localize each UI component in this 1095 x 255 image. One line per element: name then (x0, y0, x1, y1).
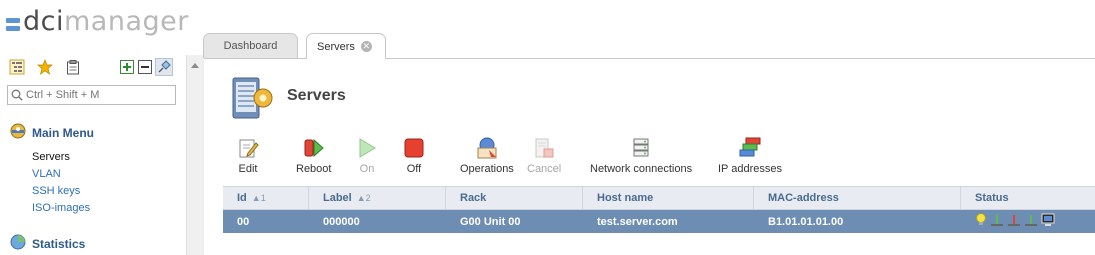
cell-mac-address: B1.01.01.01.00 (768, 215, 844, 228)
network-connections-button[interactable]: Network connections (590, 136, 692, 175)
sidebar-item-vlan[interactable]: VLAN (32, 166, 90, 183)
ip-addresses-icon (738, 136, 762, 160)
logo-text-right: manager (64, 6, 189, 37)
column-header-mac-address[interactable]: MAC-address (754, 187, 961, 209)
column-header-label: Host name (597, 192, 654, 204)
sidebar-item-iso-images[interactable]: ISO-images (32, 200, 90, 217)
column-header-label-col[interactable]: Label ▲2 (309, 187, 446, 209)
menu-search-field[interactable] (7, 85, 176, 105)
cell-host-name: test.server.com (597, 215, 678, 228)
column-header-label: Status (975, 192, 1009, 204)
off-button[interactable]: Off (402, 136, 426, 175)
column-header-label: Rack (460, 192, 487, 204)
ip-addresses-label: IP addresses (718, 163, 783, 175)
tree-view-icon[interactable] (8, 58, 26, 76)
ip-addresses-button[interactable]: IP addresses (718, 136, 782, 175)
cancel-label: Cancel (527, 163, 562, 175)
menu-search-input[interactable] (26, 89, 166, 101)
console-monitor-icon (1041, 213, 1055, 230)
cell-id: 00 (237, 215, 250, 228)
search-icon (8, 86, 26, 104)
close-tab-icon[interactable]: ✕ (360, 41, 372, 52)
on-label: On (359, 163, 375, 175)
sidebar: Main Menu Servers VLAN SSH keys ISO-imag… (0, 55, 186, 255)
main-menu-list: Servers VLAN SSH keys ISO-images (32, 149, 90, 217)
tab-label: Dashboard (223, 40, 278, 52)
reboot-button[interactable]: Reboot (296, 136, 331, 175)
network-link-up-icon (1024, 213, 1038, 230)
main-menu-icon (10, 123, 26, 142)
operations-button[interactable]: Operations (460, 136, 514, 175)
column-header-rack[interactable]: Rack (446, 187, 583, 209)
sidebar-splitter[interactable] (186, 55, 204, 255)
collapse-all-icon[interactable] (136, 58, 154, 76)
power-bulb-icon (975, 213, 987, 230)
servers-page-icon (229, 72, 275, 122)
table-row[interactable]: 00 000000 G00 Unit 00 test.server.com B1… (223, 210, 1095, 233)
collapse-arrow-icon[interactable] (191, 63, 199, 68)
main-menu-header[interactable]: Main Menu (10, 123, 94, 142)
sort-indicator-icon: ▲2 (356, 193, 371, 203)
statistics-icon (10, 234, 26, 253)
column-header-host-name[interactable]: Host name (583, 187, 754, 209)
network-link-down-icon (1007, 213, 1021, 230)
tab-servers[interactable]: Servers ✕ (306, 33, 386, 59)
column-header-label: Label (323, 192, 352, 204)
app-logo: dcimanager (6, 6, 189, 38)
operations-label: Operations (460, 163, 514, 175)
off-label: Off (406, 163, 422, 175)
reboot-label: Reboot (296, 163, 332, 175)
column-header-label: MAC-address (768, 192, 839, 204)
sort-indicator-icon: ▲1 (251, 193, 266, 203)
edit-button[interactable]: Edit (236, 136, 260, 175)
table-header: Id ▲1 Label ▲2 Rack Host name MAC-addres… (223, 186, 1095, 210)
on-button[interactable]: On (355, 136, 379, 175)
clipboard-icon[interactable] (64, 58, 82, 76)
page-title: Servers (287, 87, 346, 104)
logo-text-left: dci (23, 6, 64, 37)
edit-icon (236, 136, 260, 160)
logo-mark-icon (6, 17, 20, 31)
sidebar-item-ssh-keys[interactable]: SSH keys (32, 183, 90, 200)
network-link-up-icon (990, 213, 1004, 230)
statistics-header[interactable]: Statistics (10, 234, 85, 253)
power-off-icon (402, 136, 426, 160)
operations-icon (475, 136, 499, 160)
main-menu-title: Main Menu (32, 125, 94, 140)
tab-dashboard[interactable]: Dashboard (203, 33, 298, 58)
column-header-status[interactable]: Status (961, 187, 1095, 209)
column-header-id[interactable]: Id ▲1 (223, 187, 309, 209)
sidebar-toolbar (8, 58, 178, 80)
network-connections-icon (629, 136, 653, 160)
cancel-icon (532, 136, 556, 160)
favorites-star-icon[interactable] (36, 58, 54, 76)
column-header-label: Id (237, 192, 247, 204)
statistics-title: Statistics (32, 236, 86, 251)
pin-icon[interactable] (155, 58, 173, 76)
cell-label: 000000 (323, 215, 360, 228)
cell-rack: G00 Unit 00 (460, 215, 521, 228)
cancel-button[interactable]: Cancel (527, 136, 561, 175)
expand-all-icon[interactable] (118, 58, 136, 76)
network-connections-label: Network connections (590, 163, 693, 175)
reboot-icon (302, 136, 326, 160)
edit-label: Edit (238, 163, 258, 175)
servers-table: Id ▲1 Label ▲2 Rack Host name MAC-addres… (223, 186, 1095, 233)
sidebar-item-servers[interactable]: Servers (32, 149, 90, 166)
cell-status (961, 210, 1095, 233)
tab-label: Servers (317, 40, 355, 53)
power-on-icon (355, 136, 379, 160)
